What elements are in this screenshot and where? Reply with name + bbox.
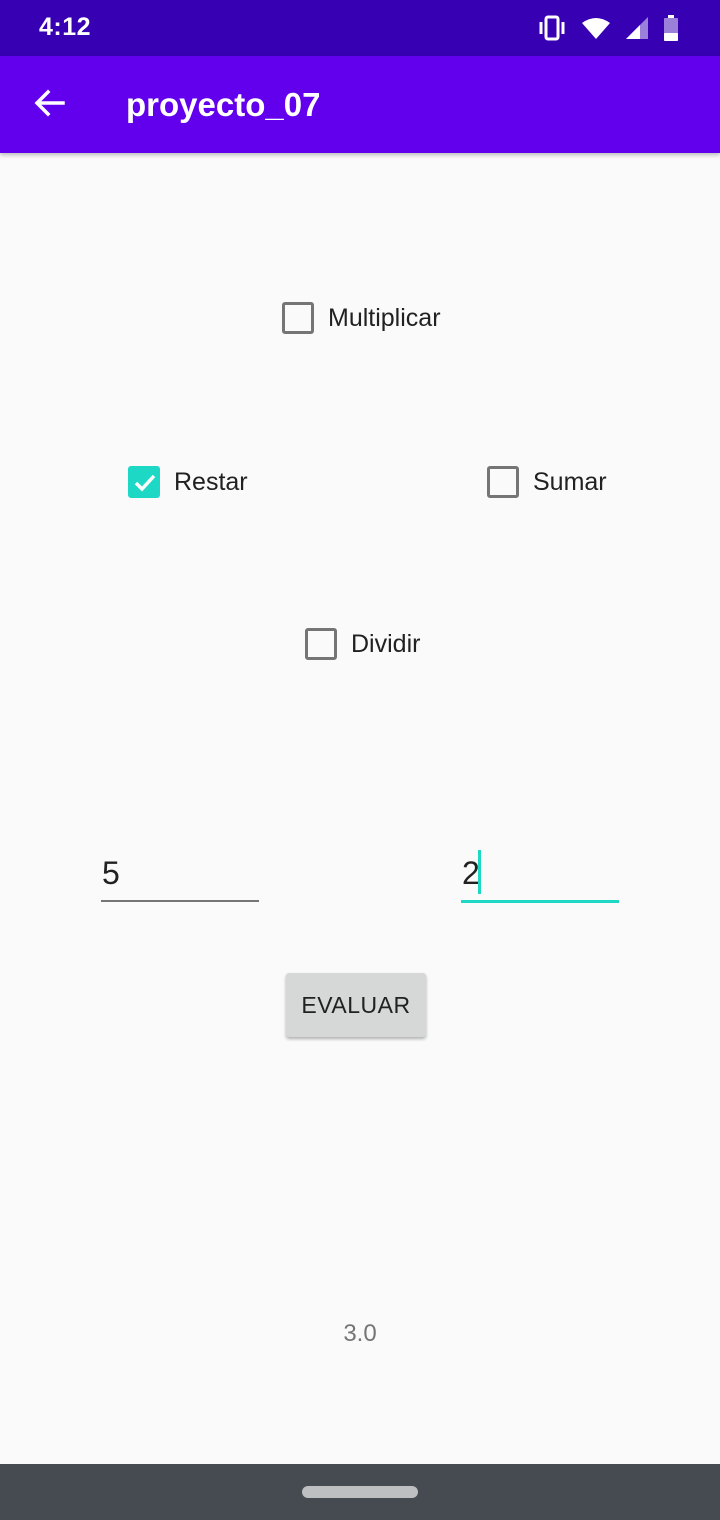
- checkbox-sumar[interactable]: Sumar: [487, 466, 607, 498]
- status-bar: 4:12: [0, 0, 720, 56]
- result-text: 3.0: [343, 1320, 377, 1347]
- vibrate-icon: [538, 15, 566, 41]
- checkbox-label: Dividir: [351, 629, 421, 658]
- checkbox-restar[interactable]: Restar: [128, 466, 248, 498]
- navigation-bar: [0, 1464, 720, 1520]
- home-handle[interactable]: [302, 1486, 418, 1498]
- checkbox-multiplicar[interactable]: Multiplicar: [282, 302, 441, 334]
- checkmark-icon: [134, 474, 156, 492]
- back-button[interactable]: [26, 82, 72, 128]
- checkbox-label: Sumar: [533, 467, 607, 496]
- checkbox-dividir[interactable]: Dividir: [305, 628, 420, 660]
- checkbox-box[interactable]: [282, 302, 314, 334]
- checkbox-label: Restar: [174, 467, 248, 496]
- text-cursor: [478, 850, 481, 894]
- checkbox-box[interactable]: [128, 466, 160, 498]
- checkbox-box[interactable]: [487, 466, 519, 498]
- battery-icon: [664, 15, 678, 41]
- app-bar: proyecto_07: [0, 56, 720, 153]
- checkbox-box[interactable]: [305, 628, 337, 660]
- evaluate-button[interactable]: EVALUAR: [286, 973, 426, 1037]
- checkbox-label: Multiplicar: [328, 303, 441, 332]
- first-number-input[interactable]: 5: [101, 850, 259, 902]
- wifi-icon: [582, 17, 610, 39]
- second-number-input[interactable]: 2: [461, 850, 619, 903]
- status-icons: [538, 14, 678, 42]
- back-arrow-icon: [33, 87, 65, 124]
- page-title: proyecto_07: [126, 86, 321, 123]
- signal-icon: [626, 17, 648, 39]
- status-time: 4:12: [39, 13, 92, 41]
- first-number-value: 5: [102, 855, 120, 891]
